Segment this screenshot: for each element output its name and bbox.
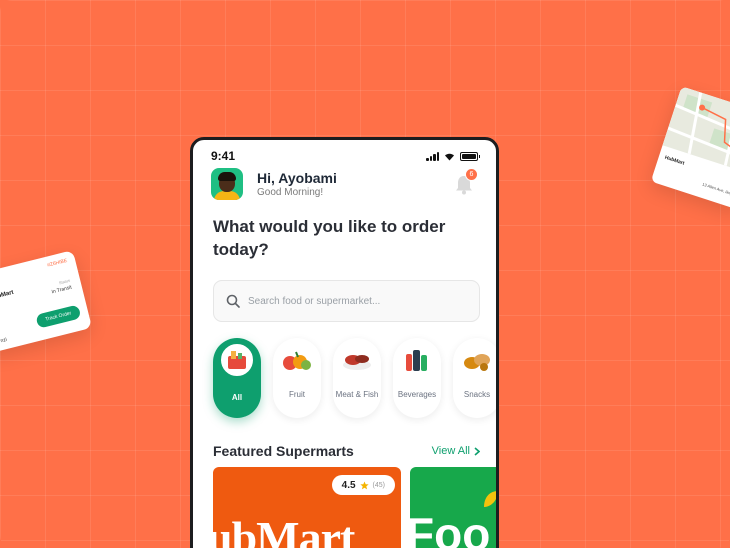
order-id: #Z6HIBE bbox=[46, 257, 68, 269]
meat-fish-icon bbox=[343, 355, 371, 370]
order-line-2: nzi bbox=[0, 336, 8, 345]
view-all-link[interactable]: View All bbox=[432, 445, 480, 457]
track-order-button[interactable]: Track Order bbox=[35, 304, 82, 329]
chevron-right-icon bbox=[474, 446, 480, 456]
category-fruit[interactable]: Fruit bbox=[273, 338, 321, 418]
map-card-right: HubMart 13 Allen Ave, Ikeja bbox=[650, 86, 730, 210]
category-label: Snacks bbox=[463, 390, 491, 399]
view-all-label: View All bbox=[431, 445, 470, 457]
background-canvas: #Z6HIBE HubMart Status In Transit d nzi … bbox=[0, 0, 730, 548]
order-card-left: #Z6HIBE HubMart Status In Transit d nzi … bbox=[0, 250, 93, 354]
featured-header: Featured Supermarts View All bbox=[213, 443, 480, 459]
supermart-card-hubmart[interactable]: ubMart 4.5 (45) bbox=[213, 467, 401, 548]
avatar[interactable] bbox=[211, 168, 243, 200]
category-label: Meat & Fish bbox=[335, 390, 379, 399]
map-address: 13 Allen Ave, Ikeja bbox=[701, 181, 730, 197]
category-list: All Fruit Meat & Fish Beverages Snacks bbox=[213, 338, 496, 420]
star-icon bbox=[359, 480, 369, 489]
greeting: Hi, Ayobami bbox=[257, 170, 337, 186]
order-status: In Transit bbox=[51, 284, 73, 296]
phone-screen: 9:41 Hi, Ayobami Good Morning! 6 What wo… bbox=[190, 137, 499, 548]
hubmart-logo: ubMart bbox=[213, 512, 355, 548]
category-all[interactable]: All bbox=[213, 338, 261, 418]
search-placeholder: Search food or supermarket... bbox=[248, 295, 381, 307]
header: Hi, Ayobami Good Morning! 6 bbox=[211, 166, 478, 202]
grocery-basket-icon bbox=[228, 351, 246, 369]
wifi-icon bbox=[445, 153, 454, 160]
map-store-name: HubMart bbox=[663, 154, 686, 167]
page-title: What would you like to order today? bbox=[213, 217, 446, 259]
battery-icon bbox=[460, 151, 480, 161]
status-bar: 9:41 bbox=[211, 148, 480, 164]
signal-icon bbox=[426, 151, 439, 161]
fruit-icon bbox=[283, 351, 311, 370]
rating-badge: 4.5 (45) bbox=[331, 475, 395, 495]
section-title: Featured Supermarts bbox=[213, 443, 354, 459]
search-icon bbox=[226, 294, 240, 308]
subgreeting: Good Morning! bbox=[257, 187, 324, 198]
category-label: All bbox=[231, 393, 243, 402]
category-meat-fish[interactable]: Meat & Fish bbox=[333, 338, 381, 418]
category-label: Beverages bbox=[397, 390, 437, 399]
order-store-name: HubMart bbox=[0, 289, 15, 302]
supermart-card-foodco[interactable]: Foo bbox=[410, 467, 496, 548]
status-time: 9:41 bbox=[211, 149, 236, 163]
rating-value: 4.5 bbox=[341, 479, 356, 491]
beverages-icon bbox=[406, 350, 427, 371]
search-input[interactable]: Search food or supermarket... bbox=[213, 280, 480, 322]
rating-count: (45) bbox=[372, 481, 385, 489]
category-snacks[interactable]: Snacks bbox=[453, 338, 496, 418]
category-label: Fruit bbox=[289, 390, 305, 399]
notification-badge: 6 bbox=[465, 168, 478, 181]
leaf-icon bbox=[484, 491, 496, 507]
category-beverages[interactable]: Beverages bbox=[393, 338, 441, 418]
foodco-logo: Foo bbox=[410, 508, 491, 548]
snacks-icon bbox=[464, 354, 490, 371]
notification-button[interactable]: 6 bbox=[454, 168, 478, 195]
